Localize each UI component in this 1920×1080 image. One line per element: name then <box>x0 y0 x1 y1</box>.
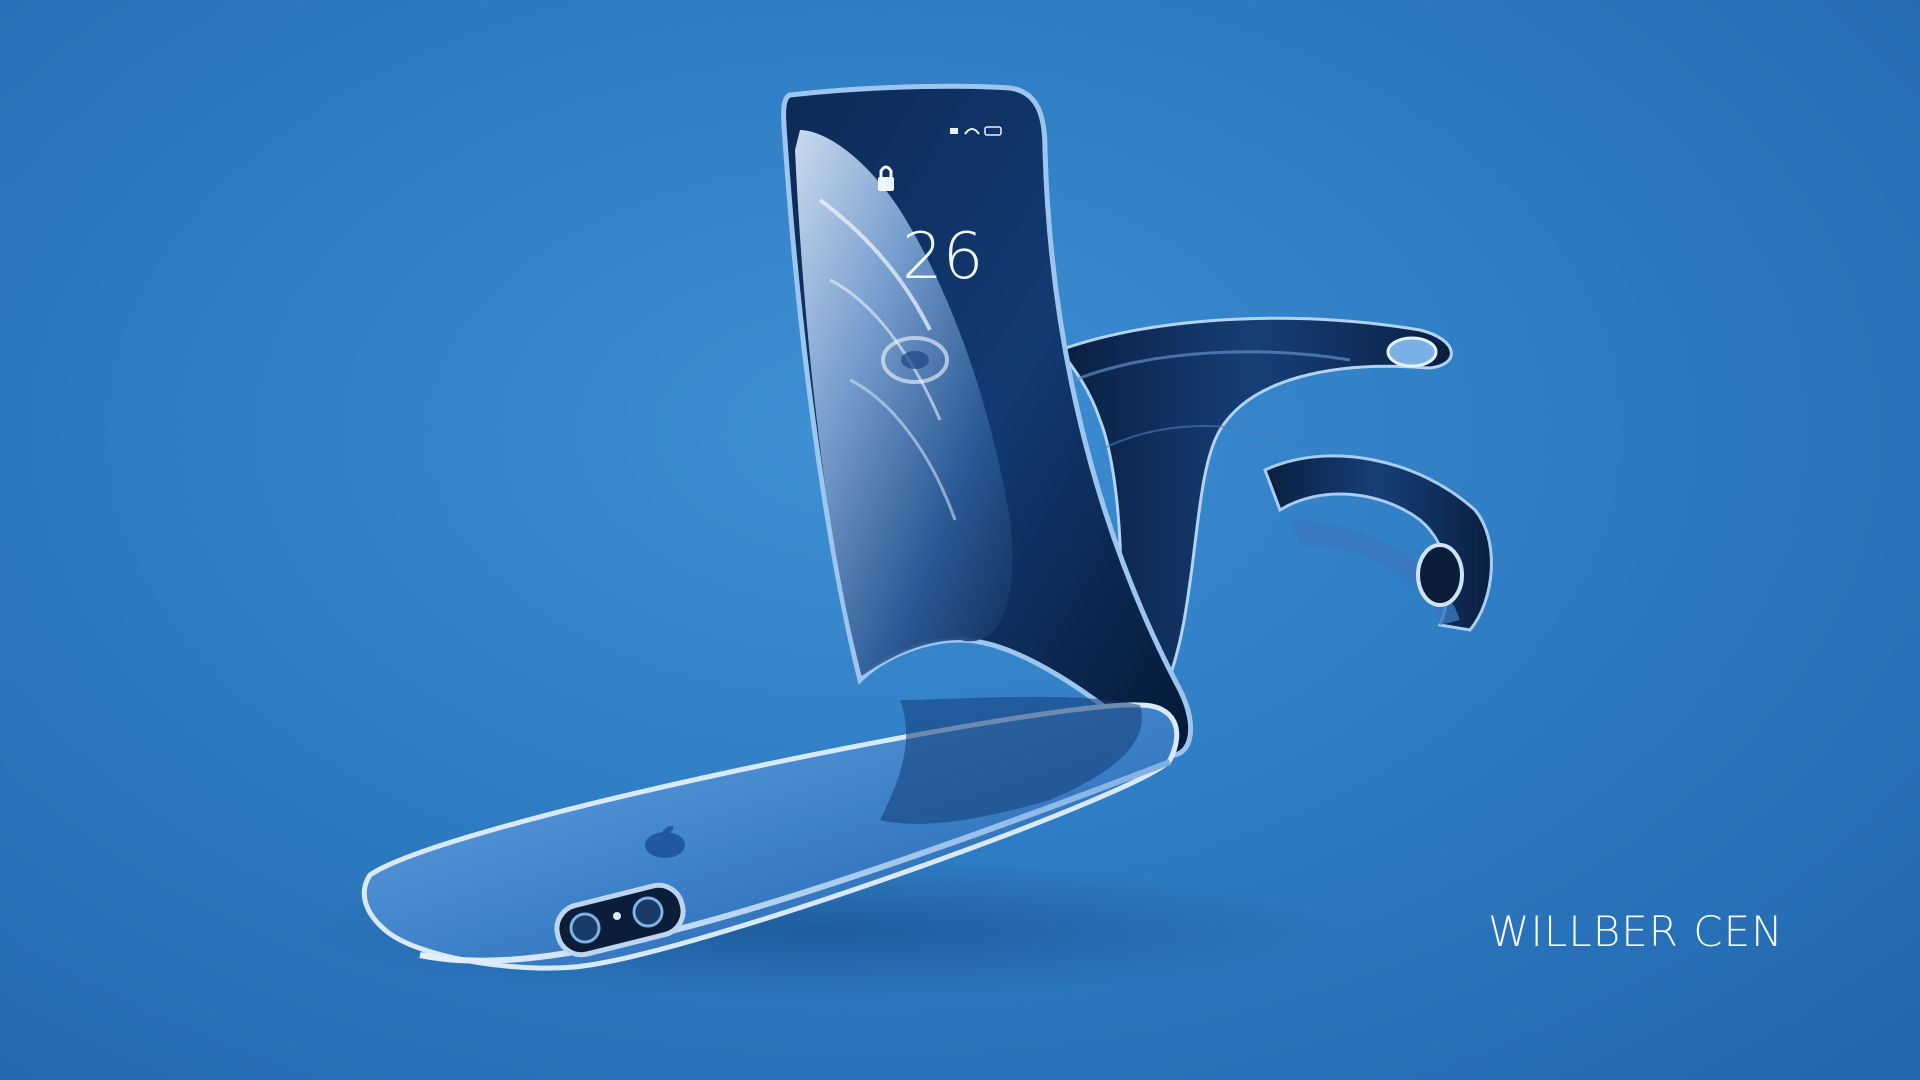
camera-flash-icon <box>613 912 621 920</box>
fold-reflection <box>880 696 1142 824</box>
camera-lens-icon <box>632 896 664 928</box>
camera-lens-icon <box>569 912 601 944</box>
lock-screen-time: 26 <box>902 220 983 294</box>
rear-camera-icon <box>1416 543 1464 607</box>
photographer-credit: WILLBER CEN <box>1488 907 1784 956</box>
signal-icon <box>950 128 958 134</box>
curl-camera-bump <box>1386 336 1438 368</box>
scene: 26 WILLBER CEN <box>0 0 1920 1080</box>
